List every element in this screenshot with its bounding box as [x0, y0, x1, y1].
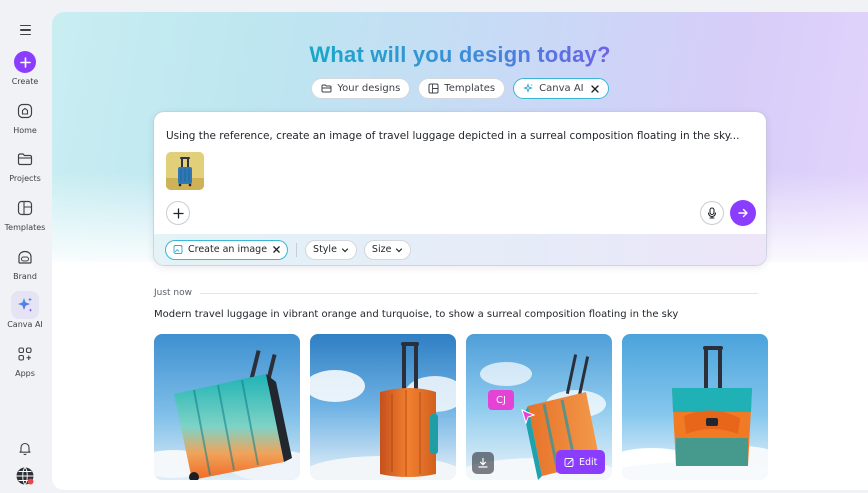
tab-canva-ai[interactable]: Canva AI: [513, 78, 609, 99]
add-attachment-button[interactable]: [166, 201, 190, 225]
chevron-down-icon: [395, 246, 403, 254]
reference-image-thumbnail[interactable]: [166, 152, 204, 190]
plus-icon: [172, 207, 184, 219]
image-edit-icon: [173, 244, 184, 255]
prompt-options-bar: Create an image Style Size: [154, 234, 766, 265]
chip-label: Style: [313, 244, 337, 255]
sidebar-item-home[interactable]: Home: [0, 97, 50, 135]
send-button[interactable]: [730, 200, 756, 226]
template-icon: [11, 194, 39, 222]
sidebar-item-templates[interactable]: Templates: [0, 194, 50, 232]
microphone-icon: [707, 207, 717, 219]
microphone-button[interactable]: [700, 201, 724, 225]
luggage-illustration: [310, 342, 456, 480]
tab-label: Canva AI: [539, 83, 584, 94]
bell-icon: [11, 434, 39, 462]
divider: [200, 292, 758, 294]
edit-icon: [564, 457, 574, 467]
close-icon[interactable]: [590, 84, 599, 93]
create-image-chip[interactable]: Create an image: [165, 239, 289, 260]
notifications-button[interactable]: [0, 434, 50, 462]
edit-button[interactable]: Edit: [556, 450, 606, 474]
design-tabs: Your designs Templates Canva AI: [52, 78, 868, 99]
brand-icon: [11, 243, 39, 271]
sidebar-item-label: Brand: [13, 272, 37, 281]
download-button[interactable]: [472, 452, 494, 474]
menu-icon[interactable]: [13, 18, 37, 42]
sidebar-item-canva-ai[interactable]: Canva AI: [0, 291, 50, 329]
tab-label: Templates: [444, 83, 496, 94]
cursor-icon: [521, 409, 536, 424]
result-image-2[interactable]: [310, 334, 456, 480]
page-title-text: What will you design today?: [309, 42, 611, 67]
prompt-input[interactable]: Using the reference, create an image of …: [166, 130, 739, 142]
chip-label: Create an image: [188, 244, 268, 255]
sidebar-item-label: Apps: [15, 369, 35, 378]
sidebar-item-label: Templates: [4, 223, 46, 232]
sidebar-item-create[interactable]: Create: [0, 48, 50, 86]
result-description: Modern travel luggage in vibrant orange …: [154, 309, 679, 320]
result-grid: CJ Edit: [154, 334, 768, 480]
sidebar: Create Home Projects Templates Brand Can…: [0, 0, 50, 493]
prompt-card: Using the reference, create an image of …: [154, 112, 766, 265]
luggage-illustration: [154, 350, 300, 480]
results-time-divider: Just now: [154, 288, 758, 298]
arrow-right-icon: [738, 208, 748, 218]
result-image-3[interactable]: CJ Edit: [466, 334, 612, 480]
chevron-down-icon: [341, 246, 349, 254]
account-avatar[interactable]: [0, 462, 50, 490]
tab-your-designs[interactable]: Your designs: [311, 78, 411, 99]
edit-label: Edit: [579, 456, 598, 468]
sparkle-icon: [11, 291, 39, 319]
sidebar-item-label: Canva AI: [7, 320, 43, 329]
collaborator-badge: CJ: [488, 390, 514, 410]
style-dropdown[interactable]: Style: [305, 239, 357, 260]
sidebar-item-label: Create: [11, 77, 39, 86]
size-dropdown[interactable]: Size: [363, 239, 412, 260]
tab-templates[interactable]: Templates: [418, 78, 506, 99]
avatar[interactable]: [11, 462, 39, 490]
close-icon[interactable]: [273, 246, 280, 253]
luggage-illustration: [622, 346, 768, 480]
divider: [296, 242, 298, 257]
folder-icon: [321, 83, 332, 94]
sidebar-item-label: Home: [13, 126, 37, 135]
apps-icon: [11, 340, 39, 368]
page-title: What will you design today?: [52, 42, 868, 68]
sparkle-icon: [523, 83, 534, 94]
sidebar-item-label: Projects: [9, 174, 41, 183]
download-icon: [478, 457, 488, 468]
plus-icon: [14, 51, 36, 73]
template-icon: [428, 83, 439, 94]
home-icon: [11, 97, 39, 125]
sidebar-item-brand[interactable]: Brand: [0, 243, 50, 281]
main-panel: What will you design today? Your designs…: [52, 12, 868, 490]
result-image-4[interactable]: [622, 334, 768, 480]
timestamp: Just now: [154, 288, 193, 298]
chip-label: Size: [371, 244, 392, 255]
result-image-1[interactable]: [154, 334, 300, 480]
sidebar-item-projects[interactable]: Projects: [0, 145, 50, 183]
sidebar-item-apps[interactable]: Apps: [0, 340, 50, 378]
folder-icon: [11, 145, 39, 173]
create-button[interactable]: [11, 48, 39, 76]
tab-label: Your designs: [337, 83, 401, 94]
